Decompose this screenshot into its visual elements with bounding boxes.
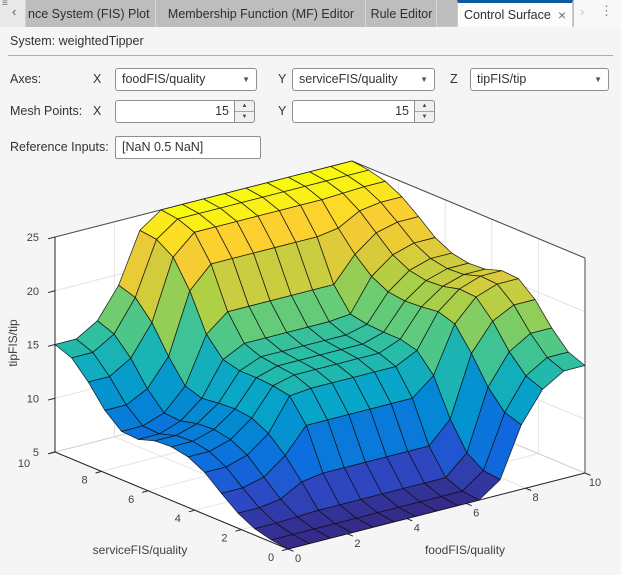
tab-mf-editor[interactable]: Membership Function (MF) Editor bbox=[157, 0, 366, 27]
scroll-tabs-right-icon[interactable]: › bbox=[580, 4, 584, 19]
mesh-x-value: 15 bbox=[215, 104, 229, 118]
tab-bar: ≡ ‹ nce System (FIS) Plot Membership Fun… bbox=[0, 0, 621, 27]
tab-label: Rule Editor bbox=[370, 6, 433, 21]
mesh-x-stepper: ▲ ▼ bbox=[235, 100, 255, 123]
mesh-y-stepper: ▲ ▼ bbox=[415, 100, 435, 123]
separator bbox=[8, 55, 613, 56]
mesh-points-label: Mesh Points: bbox=[10, 104, 83, 118]
scroll-tabs-left-icon[interactable]: ‹ bbox=[12, 4, 16, 19]
tab-strip-left-controls: ≡ ‹ bbox=[0, 0, 26, 27]
tab-overflow-menu-icon[interactable]: ≡ bbox=[2, 0, 8, 9]
spin-up-icon[interactable]: ▲ bbox=[235, 101, 254, 112]
chevron-down-icon: ▼ bbox=[420, 75, 428, 84]
spin-up-icon[interactable]: ▲ bbox=[415, 101, 434, 112]
axes-label: Axes: bbox=[10, 72, 42, 86]
y-axis-dropdown[interactable]: serviceFIS/quality ▼ bbox=[292, 68, 435, 91]
mesh-y-letter: Y bbox=[278, 104, 287, 118]
tab-rule-editor[interactable]: Rule Editor bbox=[367, 0, 437, 27]
tab-label: Membership Function (MF) Editor bbox=[167, 6, 355, 21]
more-options-icon[interactable]: ⋮ bbox=[600, 3, 613, 19]
chevron-down-icon: ▼ bbox=[594, 75, 602, 84]
tab-fis-plot[interactable]: nce System (FIS) Plot bbox=[26, 0, 156, 27]
axes-z-letter: Z bbox=[450, 72, 458, 86]
tab-control-surface[interactable]: Control Surface × bbox=[457, 0, 573, 27]
y-axis-dropdown-value: serviceFIS/quality bbox=[299, 72, 398, 86]
tab-label: Control Surface bbox=[463, 8, 551, 22]
mesh-x-letter: X bbox=[93, 104, 102, 118]
spin-down-icon[interactable]: ▼ bbox=[235, 112, 254, 122]
chevron-down-icon: ▼ bbox=[242, 75, 250, 84]
x-axis-dropdown-value: foodFIS/quality bbox=[122, 72, 206, 86]
fuzzy-logic-designer-window: ≡ ‹ nce System (FIS) Plot Membership Fun… bbox=[0, 0, 621, 575]
z-axis-dropdown[interactable]: tipFIS/tip ▼ bbox=[470, 68, 609, 91]
close-tab-icon[interactable]: × bbox=[558, 8, 566, 22]
x-axis-dropdown[interactable]: foodFIS/quality ▼ bbox=[115, 68, 257, 91]
z-axis-dropdown-value: tipFIS/tip bbox=[477, 72, 527, 86]
control-surface-panel: System: weightedTipper Axes: X foodFIS/q… bbox=[0, 27, 621, 575]
system-label: System: weightedTipper bbox=[10, 34, 144, 48]
spin-down-icon[interactable]: ▼ bbox=[415, 112, 434, 122]
tab-label: nce System (FIS) Plot bbox=[28, 6, 150, 21]
mesh-x-field[interactable]: 15 bbox=[115, 100, 235, 123]
mesh-y-field[interactable]: 15 bbox=[292, 100, 415, 123]
axes-x-letter: X bbox=[93, 72, 102, 86]
tab-strip-right-controls: › ⋮ bbox=[574, 0, 621, 27]
reference-inputs-value: [NaN 0.5 NaN] bbox=[122, 140, 204, 154]
control-surface-plot[interactable] bbox=[0, 156, 621, 575]
mesh-y-value: 15 bbox=[395, 104, 409, 118]
axes-y-letter: Y bbox=[278, 72, 287, 86]
